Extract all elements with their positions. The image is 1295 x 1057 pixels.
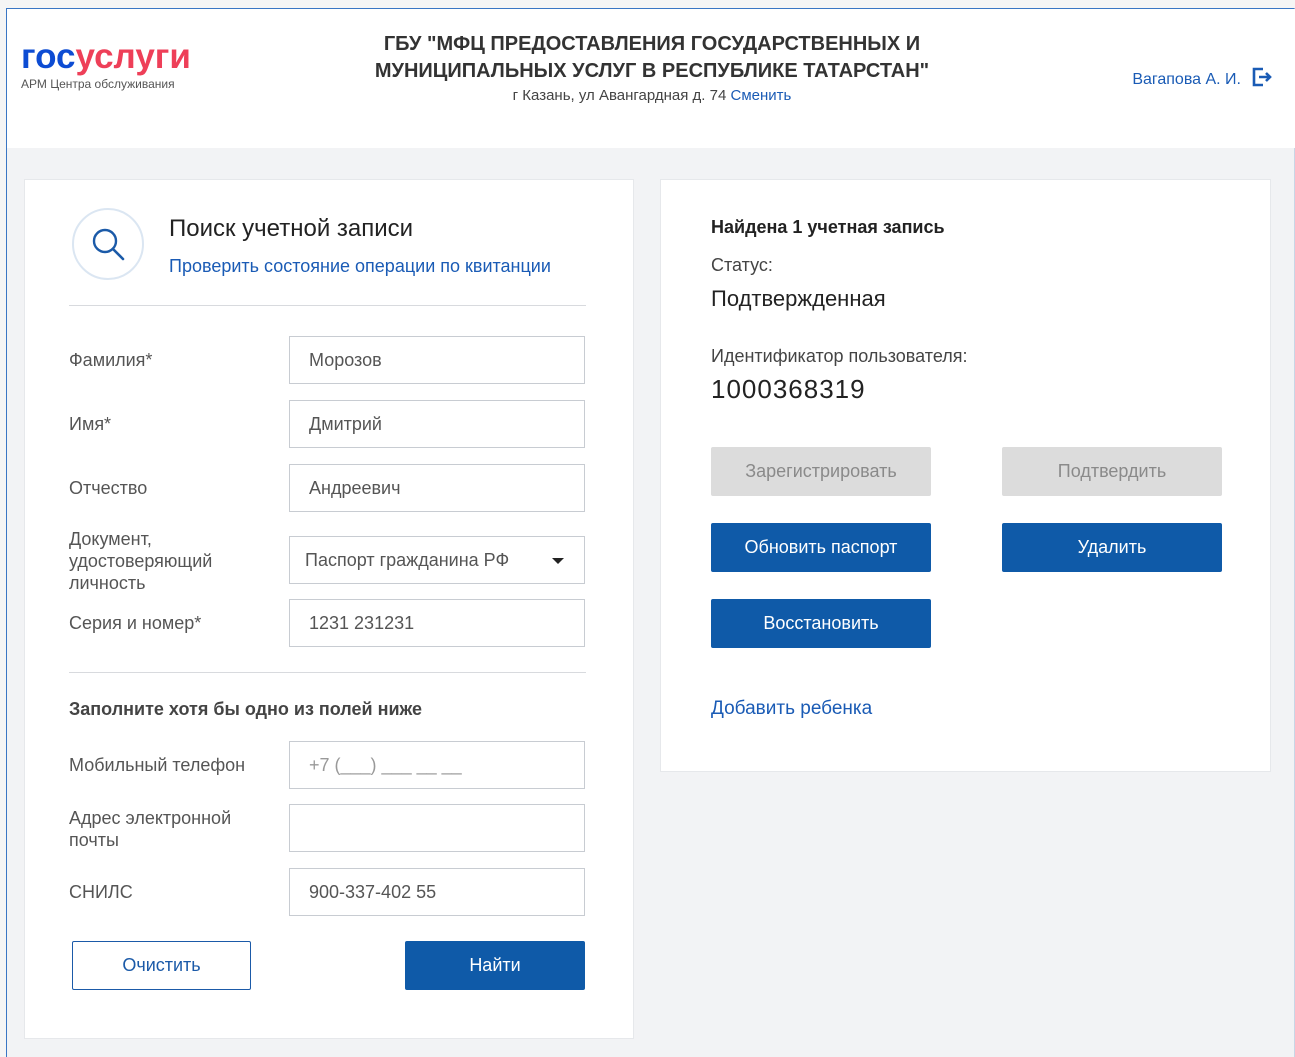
user-menu[interactable]: Вагапова А. И. <box>1132 67 1273 92</box>
account-result-panel: Найдена 1 учетная запись Статус: Подтвер… <box>660 179 1271 772</box>
email-label-line-2: почты <box>69 830 119 850</box>
add-child-link[interactable]: Добавить ребенка <box>711 698 872 720</box>
email-input[interactable] <box>289 804 585 852</box>
document-label: Документ, удостоверяющий личность <box>69 528 212 594</box>
status-value: Подтвержденная <box>711 286 886 311</box>
document-select-value: Паспорт гражданина РФ <box>305 549 510 570</box>
status-label: Статус: <box>711 255 773 275</box>
email-label: Адрес электронной почты <box>69 807 231 851</box>
search-icon <box>72 208 144 280</box>
surname-input[interactable]: Морозов <box>289 336 585 384</box>
found-count: Найдена 1 учетная запись <box>711 217 945 237</box>
delete-button[interactable]: Удалить <box>1002 523 1222 572</box>
series-label: Серия и номер* <box>69 613 202 633</box>
logo-part-2: услуги <box>75 37 191 76</box>
email-label-line-1: Адрес электронной <box>69 808 232 828</box>
change-office-link[interactable]: Сменить <box>730 87 791 104</box>
chevron-down-icon <box>552 558 564 564</box>
org-title-line-2: МУНИЦИПАЛЬНЫХ УСЛУГ В РЕСПУБЛИКЕ ТАТАРСТ… <box>374 60 930 82</box>
search-title: Поиск учетной записи <box>169 215 414 242</box>
document-select[interactable]: Паспорт гражданина РФ <box>289 536 585 584</box>
check-operation-link[interactable]: Проверить состояние операции по квитанци… <box>169 256 551 277</box>
find-button[interactable]: Найти <box>405 941 585 990</box>
name-label: Имя* <box>69 414 112 434</box>
divider <box>69 672 586 673</box>
account-search-panel: Поиск учетной записи Проверить состояние… <box>24 179 634 1039</box>
document-label-line-2: удостоверяющий <box>69 551 213 571</box>
series-number-input[interactable]: 1231 231231 <box>289 599 585 647</box>
logout-icon[interactable] <box>1251 67 1273 92</box>
org-address: г Казань, ул Авангардная д. 74 <box>512 87 727 104</box>
restore-button[interactable]: Восстановить <box>711 599 931 648</box>
document-label-line-3: личность <box>69 573 146 593</box>
gosuslugi-logo: госуслуги <box>21 39 191 74</box>
user-id-label: Идентификатор пользователя: <box>711 346 968 366</box>
logo-subtitle: АРМ Центра обслуживания <box>21 77 175 91</box>
divider <box>69 305 586 306</box>
phone-input[interactable]: +7 (___) ___ __ __ <box>289 741 585 789</box>
name-input[interactable]: Дмитрий <box>289 400 585 448</box>
logo-part-1: гос <box>21 37 76 76</box>
snils-input[interactable]: 900-337-402 55 <box>289 868 585 916</box>
snils-label: СНИЛС <box>69 882 133 902</box>
optional-section-title: Заполните хотя бы одно из полей ниже <box>69 699 423 719</box>
update-passport-button[interactable]: Обновить паспорт <box>711 523 931 572</box>
document-label-line-1: Документ, <box>69 529 152 549</box>
phone-label: Мобильный телефон <box>69 755 246 775</box>
clear-button[interactable]: Очистить <box>72 941 251 990</box>
organization-info: ГБУ "МФЦ ПРЕДОСТАВЛЕНИЯ ГОСУДАРСТВЕННЫХ … <box>327 31 977 104</box>
org-title-line-1: ГБУ "МФЦ ПРЕДОСТАВЛЕНИЯ ГОСУДАРСТВЕННЫХ … <box>383 33 921 55</box>
user-name[interactable]: Вагапова А. И. <box>1132 71 1241 89</box>
register-button[interactable]: Зарегистрировать <box>711 447 931 496</box>
org-address-line: г Казань, ул Авангардная д. 74 Сменить <box>327 87 977 104</box>
patronymic-input[interactable]: Андреевич <box>289 464 585 512</box>
user-id-value: 1000368319 <box>711 374 866 404</box>
surname-label: Фамилия* <box>69 350 153 370</box>
header: госуслуги АРМ Центра обслуживания ГБУ "М… <box>7 9 1295 148</box>
confirm-button[interactable]: Подтвердить <box>1002 447 1222 496</box>
patronymic-label: Отчество <box>69 478 148 498</box>
